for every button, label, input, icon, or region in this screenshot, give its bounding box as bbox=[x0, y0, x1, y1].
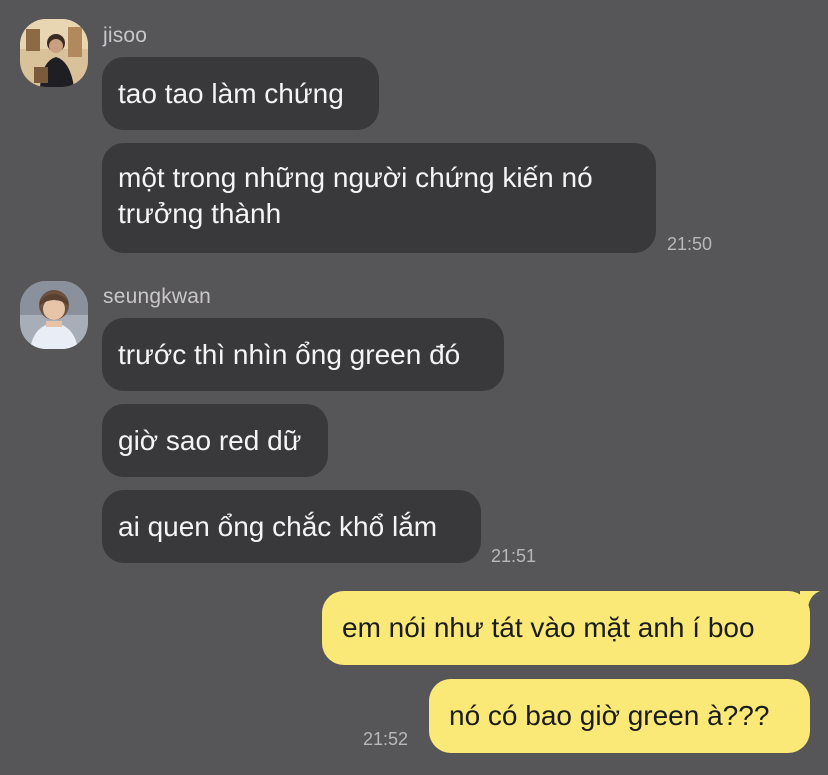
message-text: ai quen ổng chắc khổ lắm bbox=[118, 510, 438, 542]
message-text: nó có bao giờ green à??? bbox=[449, 700, 770, 731]
my-message-bubble[interactable]: nó có bao giờ green à??? bbox=[429, 679, 810, 753]
message-timestamp: 21:50 bbox=[667, 234, 713, 254]
message-bubble[interactable]: tao tao làm chứng bbox=[102, 57, 379, 130]
message-text: giờ sao red dữ bbox=[118, 424, 302, 456]
message-timestamp: 21:52 bbox=[363, 729, 409, 749]
sender-name-jisoo: jisoo bbox=[103, 24, 148, 47]
message-text: trước thì nhìn ổng green đó bbox=[118, 338, 461, 370]
jisoo-avatar[interactable] bbox=[20, 19, 88, 87]
message-bubble[interactable]: ai quen ổng chắc khổ lắm bbox=[102, 490, 481, 563]
message-bubble[interactable]: một trong những người chứng kiến nó trưở… bbox=[102, 143, 656, 253]
message-bubble[interactable]: trước thì nhìn ổng green đó bbox=[102, 318, 504, 391]
my-message-bubble[interactable]: em nói như tát vào mặt anh í boo bbox=[322, 591, 810, 665]
chat-view: jisoo tao tao làm chứng một trong những … bbox=[0, 0, 828, 775]
sender-name-seungkwan: seungkwan bbox=[103, 285, 212, 308]
message-text: một trong những người chứng kiến nó trưở… bbox=[118, 162, 593, 229]
message-timestamp: 21:51 bbox=[491, 546, 537, 566]
message-bubble[interactable]: giờ sao red dữ bbox=[102, 404, 328, 477]
seungkwan-avatar[interactable] bbox=[20, 281, 88, 349]
bubble-tail-icon bbox=[800, 591, 820, 607]
message-text: em nói như tát vào mặt anh í boo bbox=[342, 612, 755, 643]
message-text: tao tao làm chứng bbox=[118, 77, 344, 109]
